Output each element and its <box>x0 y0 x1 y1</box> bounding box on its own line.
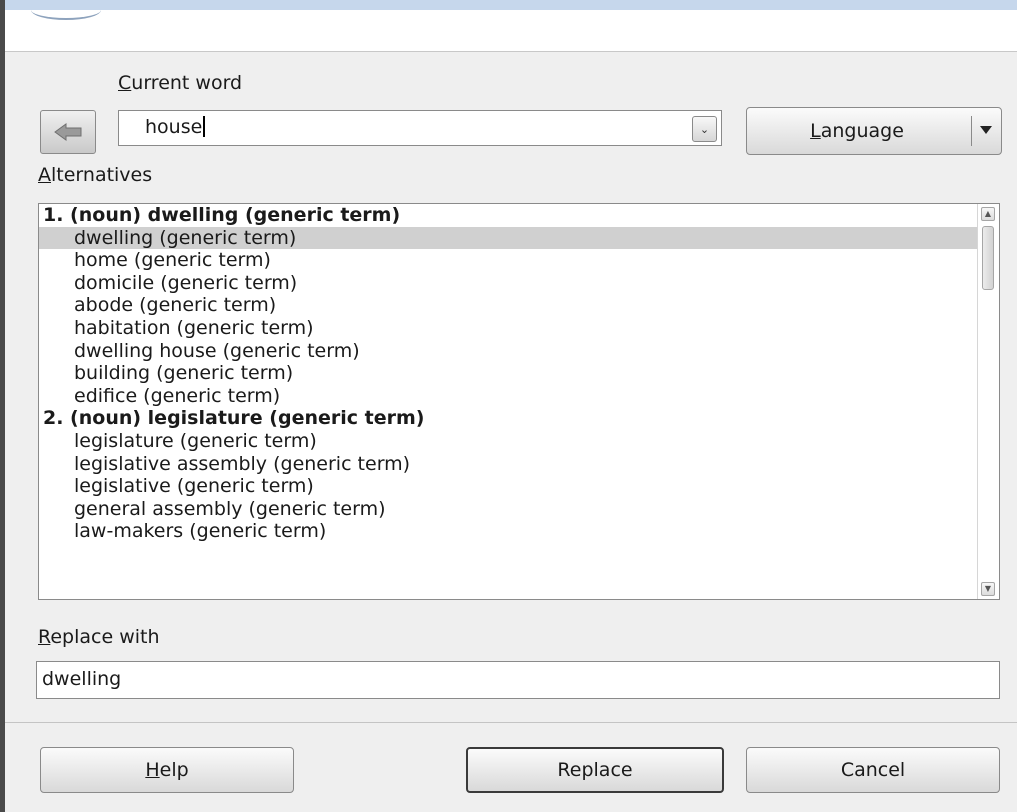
alternatives-item[interactable]: dwelling house (generic term) <box>39 340 977 363</box>
alternatives-item[interactable]: edifice (generic term) <box>39 385 977 408</box>
alternatives-group-heading[interactable]: 1. (noun) dwelling (generic term) <box>39 204 977 227</box>
alternatives-item[interactable]: law-makers (generic term) <box>39 520 977 543</box>
cancel-button[interactable]: Cancel <box>746 747 1000 793</box>
alternatives-item[interactable]: abode (generic term) <box>39 294 977 317</box>
alternatives-item[interactable]: home (generic term) <box>39 249 977 272</box>
scroll-down-icon[interactable]: ▼ <box>981 582 995 596</box>
alternatives-item[interactable]: dwelling (generic term) <box>39 226 977 250</box>
alternatives-item[interactable]: legislature (generic term) <box>39 430 977 453</box>
back-button[interactable] <box>40 110 96 154</box>
language-button-label: Language <box>810 120 904 142</box>
alternatives-item[interactable]: building (generic term) <box>39 362 977 385</box>
alternatives-item[interactable]: general assembly (generic term) <box>39 498 977 521</box>
current-word-dropdown-button[interactable]: ⌄ <box>692 116 717 142</box>
language-button-separator <box>971 116 972 146</box>
thesaurus-dialog: Current word house ⌄ Language Alternativ… <box>0 0 1017 812</box>
dialog-header-strip <box>5 0 1017 52</box>
language-button[interactable]: Language <box>746 107 1002 155</box>
current-word-input[interactable]: house <box>145 116 206 138</box>
triangle-down-icon[interactable] <box>980 126 992 134</box>
alternatives-item[interactable]: legislative assembly (generic term) <box>39 453 977 476</box>
replace-with-label: Replace with <box>38 626 160 648</box>
header-decoration <box>31 0 101 20</box>
scroll-up-icon[interactable]: ▲ <box>981 207 995 221</box>
current-word-label: Current word <box>118 72 243 94</box>
alternatives-rows: 1. (noun) dwelling (generic term) dwellin… <box>39 204 977 543</box>
alternatives-group-heading[interactable]: 2. (noun) legislature (generic term) <box>39 407 977 430</box>
text-caret <box>203 116 206 137</box>
alternatives-item[interactable]: domicile (generic term) <box>39 272 977 295</box>
help-button[interactable]: Help <box>40 747 294 793</box>
button-area-separator <box>5 722 1017 723</box>
scrollbar-thumb[interactable] <box>982 226 994 290</box>
alternatives-scrollbar[interactable]: ▲ ▼ <box>977 204 999 599</box>
alternatives-item[interactable]: legislative (generic term) <box>39 475 977 498</box>
window-border <box>0 0 5 812</box>
alternatives-item[interactable]: habitation (generic term) <box>39 317 977 340</box>
back-arrow-icon <box>53 122 83 142</box>
header-band <box>5 0 1017 10</box>
replace-button[interactable]: Replace <box>466 747 724 793</box>
current-word-combobox[interactable]: house ⌄ <box>118 110 722 146</box>
alternatives-list[interactable]: 1. (noun) dwelling (generic term) dwellin… <box>38 203 1000 600</box>
replace-with-value: dwelling <box>42 668 122 690</box>
replace-with-input[interactable]: dwelling <box>36 661 1000 699</box>
chevron-down-icon: ⌄ <box>699 122 710 136</box>
alternatives-label: Alternatives <box>38 164 153 186</box>
